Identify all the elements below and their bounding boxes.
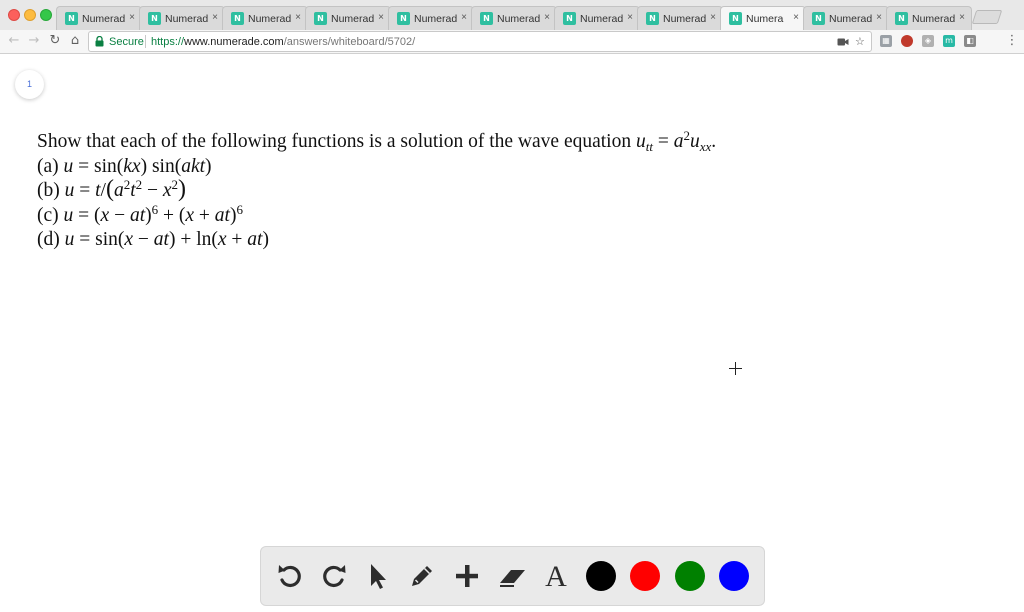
close-window-button[interactable]	[8, 9, 20, 21]
tab-8[interactable]: N Numerade ×	[637, 6, 723, 30]
tab-5[interactable]: N Numerade ×	[388, 6, 474, 30]
text-tool-icon[interactable]: A	[541, 562, 571, 592]
eraser-icon[interactable]	[497, 561, 527, 591]
numerade-favicon-icon: N	[563, 12, 576, 25]
extension-icon-m[interactable]: m	[943, 35, 955, 47]
question-text: Show that each of the following function…	[37, 128, 997, 253]
equation-equals: =	[652, 131, 674, 152]
tab-strip: N Numerade × N Numerade × N Numerade × N Numerade ×…	[0, 0, 1024, 30]
tab-9[interactable]: N Numera ×	[720, 6, 806, 30]
secure-label: Secure	[109, 36, 144, 48]
part-c: (c) u = (x − at)6 + (x + at)6	[37, 201, 243, 226]
numerade-favicon-icon: N	[895, 12, 908, 25]
url-host: www.numerade.com	[184, 36, 284, 48]
reload-icon[interactable]: ↻	[47, 33, 63, 49]
tab-close-icon[interactable]: ×	[959, 11, 965, 25]
equation-end: .	[711, 131, 717, 152]
undo-icon[interactable]	[275, 561, 305, 591]
tab-3[interactable]: N Numerade ×	[222, 6, 308, 30]
tab-close-icon[interactable]: ×	[378, 11, 384, 25]
numerade-favicon-icon: N	[729, 12, 742, 25]
tab-close-icon[interactable]: ×	[129, 11, 135, 25]
tab-title: Numerade	[414, 13, 457, 25]
tab-title: Numera	[746, 13, 784, 25]
tab-title: Numerade	[497, 13, 540, 25]
tab-10[interactable]: N Numerade ×	[803, 6, 889, 30]
tab-title: Numerade	[829, 13, 872, 25]
tab-title: Numerade	[82, 13, 125, 25]
tab-list: N Numerade × N Numerade × N Numerade × N Numerade ×…	[56, 6, 976, 30]
color-swatch-blue[interactable]	[719, 561, 749, 591]
tab-close-icon[interactable]: ×	[710, 11, 716, 25]
tab-1[interactable]: N Numerade ×	[56, 6, 142, 30]
tab-title: Numerade	[912, 13, 955, 25]
pencil-icon[interactable]	[407, 561, 437, 591]
tab-close-icon[interactable]: ×	[627, 11, 633, 25]
tab-title: Numerade	[580, 13, 623, 25]
browser-toolbar: ← → ↻ ⌂ Secure https://www.numerade.com/…	[0, 30, 1024, 54]
forward-arrow-icon[interactable]: →	[26, 33, 42, 49]
tab-title: Numerade	[663, 13, 706, 25]
pointer-icon[interactable]	[362, 561, 392, 591]
numerade-favicon-icon: N	[231, 12, 244, 25]
zoom-window-button[interactable]	[40, 9, 52, 21]
crosshair-cursor-icon	[729, 362, 742, 375]
color-swatch-black[interactable]	[586, 561, 616, 591]
equation-lhs: utt	[635, 131, 653, 154]
plus-icon[interactable]	[452, 561, 482, 591]
tab-close-icon[interactable]: ×	[295, 11, 301, 25]
tab-7[interactable]: N Numerade ×	[554, 6, 640, 30]
extension-icon-1[interactable]: ▦	[880, 35, 892, 47]
tab-close-icon[interactable]: ×	[544, 11, 550, 25]
question-prompt: Show that each of the following function…	[37, 128, 997, 155]
color-swatch-red[interactable]	[630, 561, 660, 591]
url-scheme: https://	[151, 36, 185, 48]
numerade-favicon-icon: N	[397, 12, 410, 25]
numerade-favicon-icon: N	[65, 12, 78, 25]
star-icon[interactable]: ☆	[855, 34, 865, 50]
url-text[interactable]: https://www.numerade.com/answers/whitebo…	[151, 35, 415, 49]
color-swatch-green[interactable]	[675, 561, 705, 591]
tab-title: Numerade	[331, 13, 374, 25]
tab-11[interactable]: N Numerade ×	[886, 6, 972, 30]
numerade-favicon-icon: N	[646, 12, 659, 25]
question-intro: Show that each of the following function…	[37, 131, 636, 152]
home-icon[interactable]: ⌂	[67, 33, 83, 49]
numerade-favicon-icon: N	[148, 12, 161, 25]
tab-close-icon[interactable]: ×	[212, 11, 218, 25]
numerade-favicon-icon: N	[812, 12, 825, 25]
lock-icon	[95, 36, 104, 47]
back-arrow-icon[interactable]: ←	[6, 33, 22, 49]
url-path: /answers/whiteboard/5702/	[283, 36, 416, 48]
part-b: (b) u = t/(a2t2 − x2)	[37, 176, 187, 202]
equation-rhs: a2uxx	[673, 128, 712, 154]
url-separator	[145, 35, 146, 48]
page-number-badge[interactable]: 1	[15, 70, 44, 99]
tab-close-icon[interactable]: ×	[876, 11, 882, 25]
tab-4[interactable]: N Numerade ×	[305, 6, 391, 30]
new-tab-button[interactable]	[971, 10, 1003, 24]
tab-6[interactable]: N Numerade ×	[471, 6, 557, 30]
extension-icon-2[interactable]: ◈	[922, 35, 934, 47]
minimize-window-button[interactable]	[24, 9, 36, 21]
extension-icon-3[interactable]: ◧	[964, 35, 976, 47]
numerade-favicon-icon: N	[480, 12, 493, 25]
tab-title: Numerade	[248, 13, 291, 25]
tab-close-icon[interactable]: ×	[793, 11, 799, 25]
redo-icon[interactable]	[319, 561, 349, 591]
address-bar[interactable]: Secure https://www.numerade.com/answers/…	[88, 31, 872, 52]
tab-title: Numerade	[165, 13, 208, 25]
part-d: (d) u = sin(x − at) + ln(x + at)	[37, 229, 269, 250]
camera-icon[interactable]	[837, 37, 849, 47]
flag-extension-icon[interactable]	[901, 35, 913, 47]
tab-2[interactable]: N Numerade ×	[139, 6, 225, 30]
drawing-toolbar: A	[260, 546, 765, 606]
tab-close-icon[interactable]: ×	[461, 11, 467, 25]
numerade-favicon-icon: N	[314, 12, 327, 25]
menu-icon[interactable]: ⋮	[1004, 33, 1020, 49]
